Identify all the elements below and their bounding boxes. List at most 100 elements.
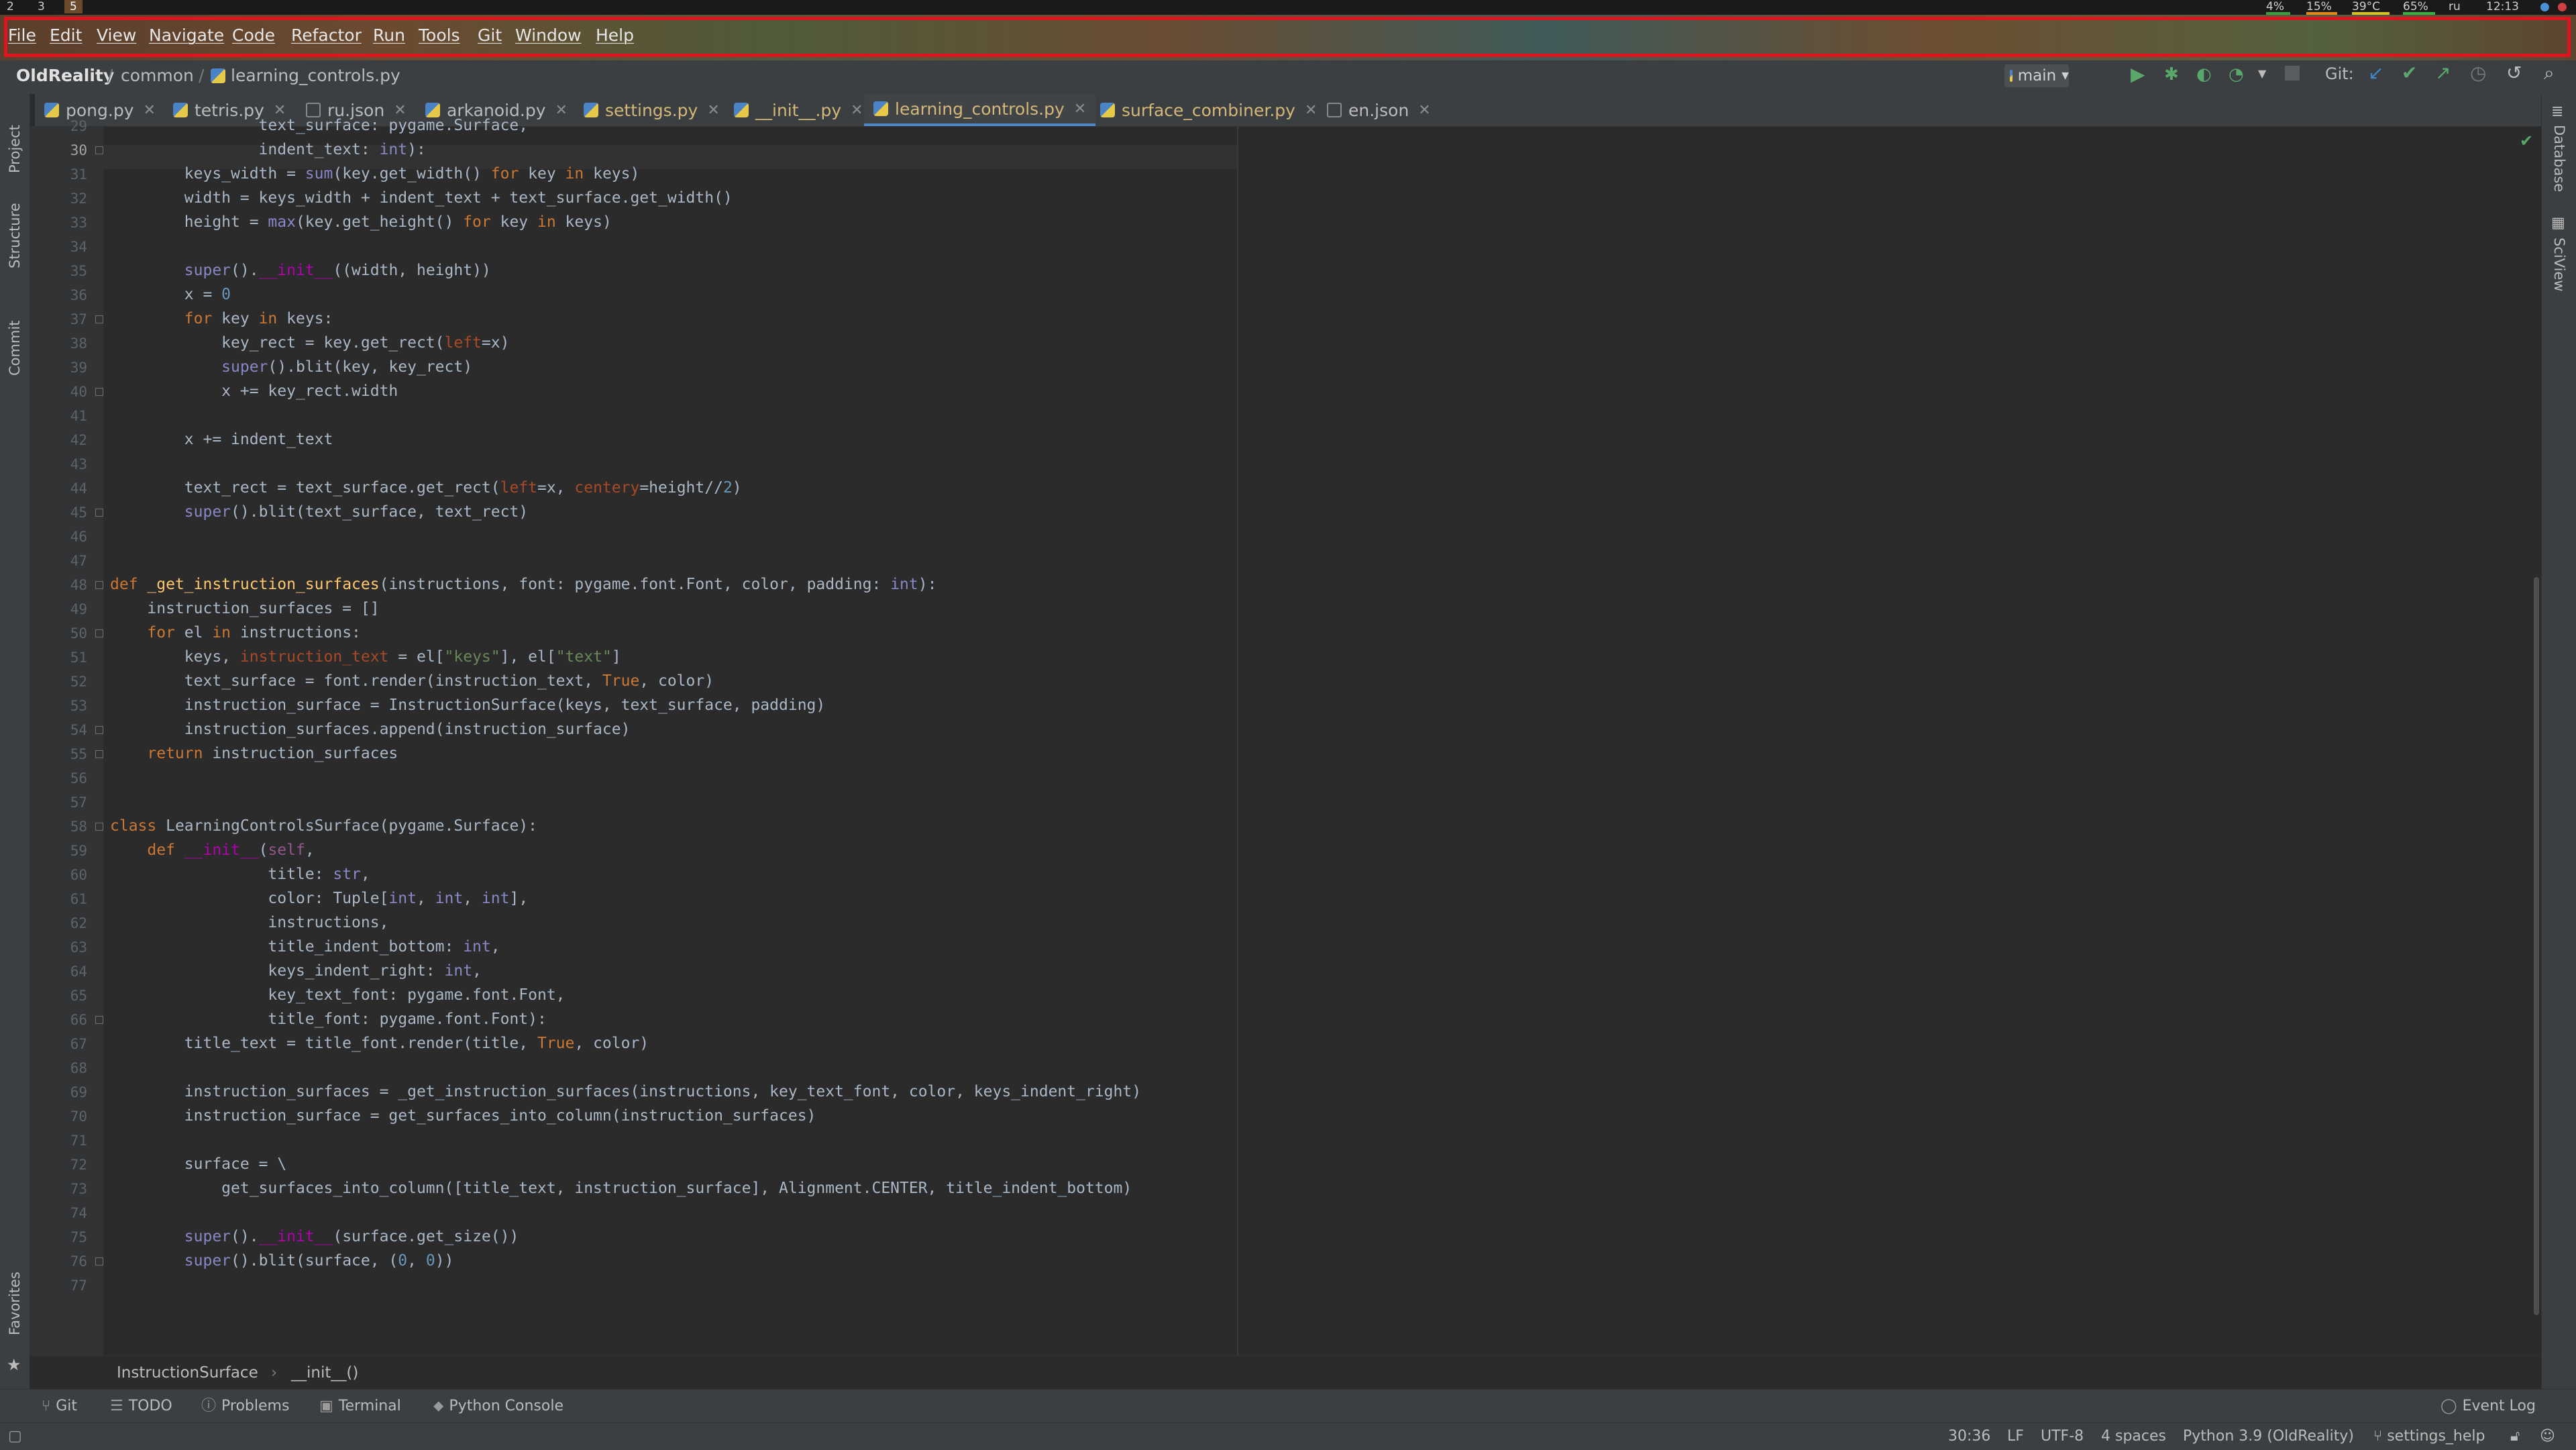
close-icon[interactable]: ✕ [1074,101,1086,117]
debug-icon[interactable]: ✱ [2164,64,2179,85]
fold-marker-icon[interactable] [95,581,103,589]
code-line[interactable]: instruction_surfaces = _get_instruction_… [110,1083,1141,1100]
code-line[interactable]: title_font: pygame.font.Font): [110,1011,546,1028]
code-line[interactable]: instruction_surfaces.append(instruction_… [110,721,631,738]
inspector-icon[interactable]: ☺ [2540,1423,2555,1450]
todo-tool-button[interactable]: ☰ TODO [110,1390,172,1423]
keyboard-layout[interactable]: ru [2449,0,2461,13]
caret-position[interactable]: 30:36 [1948,1423,1990,1450]
code-line[interactable]: super().blit(surface, (0, 0)) [110,1252,454,1270]
code-line[interactable]: super().__init__((width, height)) [110,262,491,279]
breadcrumb-folder[interactable]: common [121,60,194,91]
close-icon[interactable]: ✕ [851,102,863,119]
code-line[interactable]: text_surface: pygame.Surface, [110,117,529,134]
code-line[interactable]: title_indent_bottom: int, [110,938,500,955]
close-icon[interactable]: ✕ [1305,102,1317,119]
fold-marker-icon[interactable] [95,509,103,517]
code-line[interactable]: for el in instructions: [110,624,361,641]
code-line[interactable]: height = max(key.get_height() for key in… [110,213,612,231]
python-interpreter[interactable]: Python 3.9 (OldReality) [2183,1423,2354,1450]
toggle-tool-windows-icon[interactable]: ▢ [8,1423,22,1450]
code-line[interactable]: keys, instruction_text = el["keys"], el[… [110,648,621,666]
run-icon[interactable]: ▶ [2131,63,2145,85]
close-icon[interactable]: ✕ [707,102,719,119]
inspection-ok-icon[interactable]: ✔ [2520,132,2533,150]
code-line[interactable]: return instruction_surfaces [110,745,398,762]
code-line[interactable]: instruction_surface = InstructionSurface… [110,696,825,714]
code-line[interactable]: indent_text: int): [110,141,426,158]
git-update-icon[interactable]: ↙ [2368,62,2383,84]
git-push-icon[interactable]: ↗ [2435,62,2451,84]
code-line[interactable]: x = 0 [110,286,231,303]
code-line[interactable]: text_surface = font.render(instruction_t… [110,672,714,690]
close-icon[interactable]: ✕ [394,102,406,119]
indent-setting[interactable]: 4 spaces [2101,1423,2166,1450]
tab-settings[interactable]: settings.py ✕ [584,94,720,126]
code-line[interactable]: def __init__(self, [110,841,314,859]
close-icon[interactable]: ✕ [1418,102,1430,119]
code-line[interactable]: width = keys_width + indent_text + text_… [110,189,733,207]
history-icon[interactable]: ◷ [2470,62,2486,84]
commit-tool-button[interactable]: Commit [7,321,23,376]
workspace-5[interactable]: 5 [64,0,83,13]
tab-en-json[interactable]: en.json ✕ [1327,94,1431,126]
code-line[interactable]: x += key_rect.width [110,382,398,400]
code-line[interactable]: instructions, [110,914,388,931]
code-line[interactable]: def _get_instruction_surfaces(instructio… [110,576,936,593]
run-config-selector[interactable]: main ▼ [2004,64,2069,87]
problems-tool-button[interactable]: ⓘ Problems [201,1390,289,1423]
code-line[interactable]: get_surfaces_into_column([title_text, in… [110,1180,1132,1197]
code-line[interactable]: instruction_surfaces = [] [110,600,379,617]
python-console-tool-button[interactable]: ⬥ Python Console [433,1390,564,1423]
fold-marker-icon[interactable] [95,726,103,734]
breadcrumb-file[interactable]: learning_controls.py [211,67,400,84]
code-line[interactable]: instruction_surface = get_surfaces_into_… [110,1107,816,1125]
close-icon[interactable]: ✕ [274,102,286,119]
workspace-2[interactable]: 2 [7,0,14,13]
fold-marker-icon[interactable] [95,1016,103,1024]
code-line[interactable]: color: Tuple[int, int, int], [110,890,528,907]
code-line[interactable]: super().blit(key, key_rect) [110,358,472,376]
event-log-button[interactable]: ◯ Event Log [2440,1390,2536,1423]
power-icon[interactable]: ● [2557,0,2567,13]
fold-marker-icon[interactable] [95,750,103,758]
database-tool-button[interactable]: Database [2551,125,2567,192]
code-line[interactable]: x += indent_text [110,431,333,448]
structure-tool-button[interactable]: Structure [7,203,23,268]
network-icon[interactable]: ● [2540,0,2550,13]
code-line[interactable]: title: str, [110,866,370,883]
code-line[interactable]: surface = \ [110,1155,286,1173]
code-line[interactable]: title_text = title_font.render(title, Tr… [110,1035,649,1052]
fold-marker-icon[interactable] [95,388,103,396]
code-line[interactable]: super().__init__(surface.get_size()) [110,1228,519,1245]
git-tool-button[interactable]: ⑂ Git [42,1390,77,1423]
breadcrumb-project[interactable]: OldReality [16,60,114,91]
profile-icon[interactable]: ◔ [2229,64,2244,85]
project-tool-button[interactable]: Project [7,125,23,173]
workspace-3[interactable]: 3 [38,0,45,13]
rollback-icon[interactable]: ↺ [2506,62,2522,84]
tab-init[interactable]: __init__.py ✕ [734,94,863,126]
line-separator[interactable]: LF [2007,1423,2024,1450]
code-line[interactable]: for key in keys: [110,310,333,327]
editor-scrollbar[interactable] [2534,577,2539,1315]
vcs-branch[interactable]: ⑂ settings_help [2373,1423,2485,1450]
lock-icon[interactable]: 🔓︎ [2510,1423,2520,1450]
file-encoding[interactable]: UTF-8 [2041,1423,2084,1450]
breadcrumb-class[interactable]: InstructionSurface [117,1364,258,1382]
tab-surface-combiner[interactable]: surface_combiner.py ✕ [1100,94,1317,126]
fold-marker-icon[interactable] [95,629,103,637]
fold-marker-icon[interactable] [95,146,103,154]
breadcrumb-method[interactable]: __init__() [291,1364,358,1382]
code-line[interactable]: super().blit(text_surface, text_rect) [110,503,528,521]
tab-learning-controls[interactable]: learning_controls.py ✕ [864,94,1096,126]
fold-marker-icon[interactable] [95,315,103,323]
code-line[interactable]: keys_width = sum(key.get_width() for key… [110,165,640,183]
chevron-down-icon[interactable]: ▼ [2258,67,2266,80]
code-line[interactable]: key_text_font: pygame.font.Font, [110,986,565,1004]
code-line[interactable]: keys_indent_right: int, [110,962,482,980]
terminal-tool-button[interactable]: ▣ Terminal [319,1390,401,1423]
sciview-tool-button[interactable]: SciView [2551,238,2567,292]
close-icon[interactable]: ✕ [144,102,156,119]
git-commit-icon[interactable]: ✔ [2402,62,2417,84]
